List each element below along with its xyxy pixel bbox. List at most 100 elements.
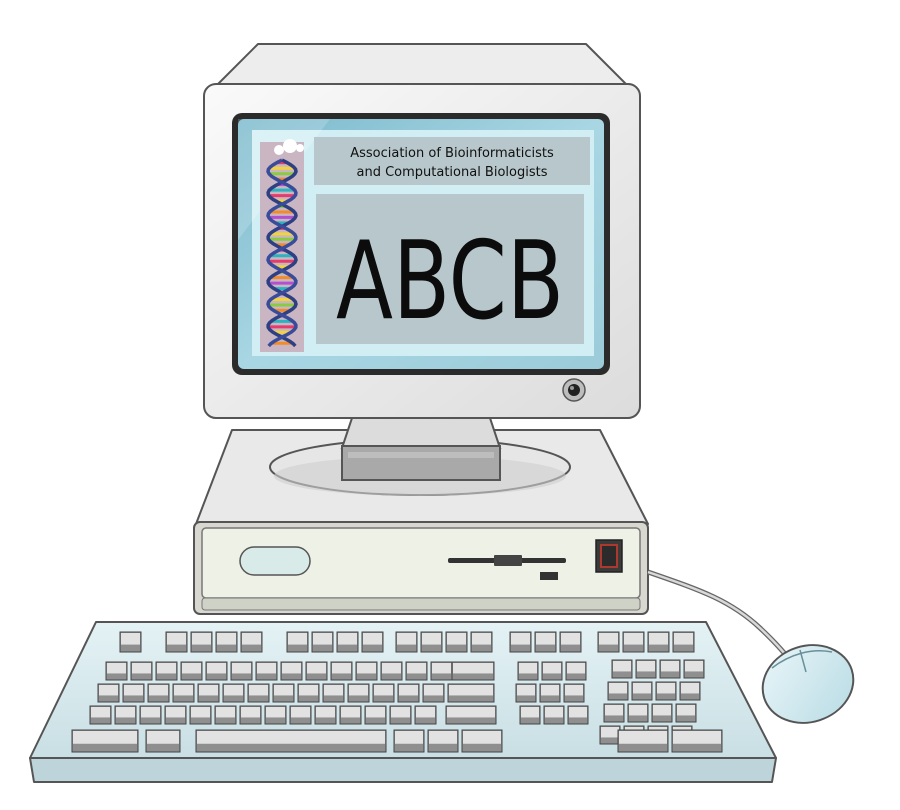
keyboard-key[interactable] xyxy=(289,705,312,725)
keyboard-key[interactable] xyxy=(672,631,695,653)
keyboard-key[interactable] xyxy=(617,729,669,753)
keyboard-key[interactable] xyxy=(679,681,701,701)
keyboard-key[interactable] xyxy=(380,661,403,681)
keyboard-key[interactable] xyxy=(114,705,137,725)
keyboard-key[interactable] xyxy=(297,683,320,703)
keyboard-key[interactable] xyxy=(197,683,220,703)
keyboard-key[interactable] xyxy=(255,661,278,681)
keyboard-key[interactable] xyxy=(671,729,723,753)
keyboard-key[interactable] xyxy=(330,661,353,681)
keyboard-key[interactable] xyxy=(240,631,263,653)
keyboard-key[interactable] xyxy=(559,631,582,653)
keyboard-key[interactable] xyxy=(647,631,670,653)
keyboard-key[interactable] xyxy=(165,631,188,653)
keyboard-key[interactable] xyxy=(372,683,395,703)
keyboard-key[interactable] xyxy=(215,631,238,653)
keyboard-key[interactable] xyxy=(659,659,681,679)
keyboard-key[interactable] xyxy=(675,703,697,723)
keyboard-key[interactable] xyxy=(405,661,428,681)
keyboard-key[interactable] xyxy=(172,683,195,703)
keyboard-key[interactable] xyxy=(451,661,495,681)
logo-text: ABCB xyxy=(336,219,564,344)
keyboard-key[interactable] xyxy=(599,725,621,745)
keyboard-key[interactable] xyxy=(145,729,181,753)
keyboard-key[interactable] xyxy=(631,681,653,701)
keyboard-key[interactable] xyxy=(445,705,497,725)
keyboard-key[interactable] xyxy=(397,683,420,703)
mouse[interactable] xyxy=(753,634,864,735)
keyboard-key[interactable] xyxy=(627,703,649,723)
keyboard-key[interactable] xyxy=(189,705,212,725)
keyboard-key[interactable] xyxy=(517,661,539,681)
keyboard-key[interactable] xyxy=(445,631,468,653)
keyboard-key[interactable] xyxy=(597,631,620,653)
keyboard-key[interactable] xyxy=(622,631,645,653)
keyboard-key[interactable] xyxy=(214,705,237,725)
keyboard-key[interactable] xyxy=(389,705,412,725)
keyboard-key[interactable] xyxy=(164,705,187,725)
keyboard-key[interactable] xyxy=(97,683,120,703)
keyboard-key[interactable] xyxy=(339,705,362,725)
keyboard-key[interactable] xyxy=(567,705,589,725)
keyboard-key[interactable] xyxy=(635,659,657,679)
keyboard-key[interactable] xyxy=(534,631,557,653)
keyboard-key[interactable] xyxy=(89,705,112,725)
keyboard-key[interactable] xyxy=(105,661,128,681)
keyboard-key[interactable] xyxy=(222,683,245,703)
keyboard-key[interactable] xyxy=(147,683,170,703)
keyboard-key[interactable] xyxy=(543,705,565,725)
keyboard-key[interactable] xyxy=(395,631,418,653)
keyboard-key[interactable] xyxy=(286,631,309,653)
keyboard-key[interactable] xyxy=(71,729,139,753)
keyboard-key[interactable] xyxy=(314,705,337,725)
keyboard-key[interactable] xyxy=(305,661,328,681)
keyboard-key[interactable] xyxy=(519,705,541,725)
keyboard-key[interactable] xyxy=(430,661,453,681)
keyboard-key[interactable] xyxy=(393,729,425,753)
keyboard-key[interactable] xyxy=(539,683,561,703)
keyboard-key[interactable] xyxy=(515,683,537,703)
keyboard-key[interactable] xyxy=(347,683,370,703)
keyboard-key[interactable] xyxy=(264,705,287,725)
keyboard-key[interactable] xyxy=(364,705,387,725)
keyboard-key[interactable] xyxy=(651,703,673,723)
keyboard-key[interactable] xyxy=(322,683,345,703)
keyboard-key[interactable] xyxy=(655,681,677,701)
keyboard-key[interactable] xyxy=(361,631,384,653)
keyboard-key[interactable] xyxy=(565,661,587,681)
keyboard-key[interactable] xyxy=(355,661,378,681)
keyboard-key[interactable] xyxy=(155,661,178,681)
keyboard-key[interactable] xyxy=(180,661,203,681)
keyboard-key[interactable] xyxy=(509,631,532,653)
keyboard-key[interactable] xyxy=(470,631,493,653)
keyboard-key[interactable] xyxy=(461,729,503,753)
keyboard-key[interactable] xyxy=(190,631,213,653)
keyboard-key[interactable] xyxy=(247,683,270,703)
keyboard-key[interactable] xyxy=(607,681,629,701)
keyboard-key[interactable] xyxy=(427,729,459,753)
keyboard-key[interactable] xyxy=(422,683,445,703)
power-button[interactable] xyxy=(595,539,623,573)
keyboard-key[interactable] xyxy=(603,703,625,723)
keyboard-key[interactable] xyxy=(122,683,145,703)
keyboard-key[interactable] xyxy=(280,661,303,681)
keyboard-key[interactable] xyxy=(230,661,253,681)
keyboard-key[interactable] xyxy=(130,661,153,681)
keyboard-key[interactable] xyxy=(272,683,295,703)
keyboard-key[interactable] xyxy=(311,631,334,653)
keyboard-key[interactable] xyxy=(139,705,162,725)
keyboard[interactable] xyxy=(29,621,777,783)
org-name-line2: and Computational Biologists xyxy=(356,165,547,180)
keyboard-key[interactable] xyxy=(205,661,228,681)
keyboard-key[interactable] xyxy=(195,729,387,753)
keyboard-key[interactable] xyxy=(683,659,705,679)
keyboard-key[interactable] xyxy=(414,705,437,725)
keyboard-key[interactable] xyxy=(447,683,495,703)
keyboard-key[interactable] xyxy=(611,659,633,679)
keyboard-key[interactable] xyxy=(239,705,262,725)
keyboard-key[interactable] xyxy=(563,683,585,703)
keyboard-key[interactable] xyxy=(541,661,563,681)
keyboard-key[interactable] xyxy=(336,631,359,653)
keyboard-key[interactable] xyxy=(420,631,443,653)
keyboard-key[interactable] xyxy=(119,631,142,653)
